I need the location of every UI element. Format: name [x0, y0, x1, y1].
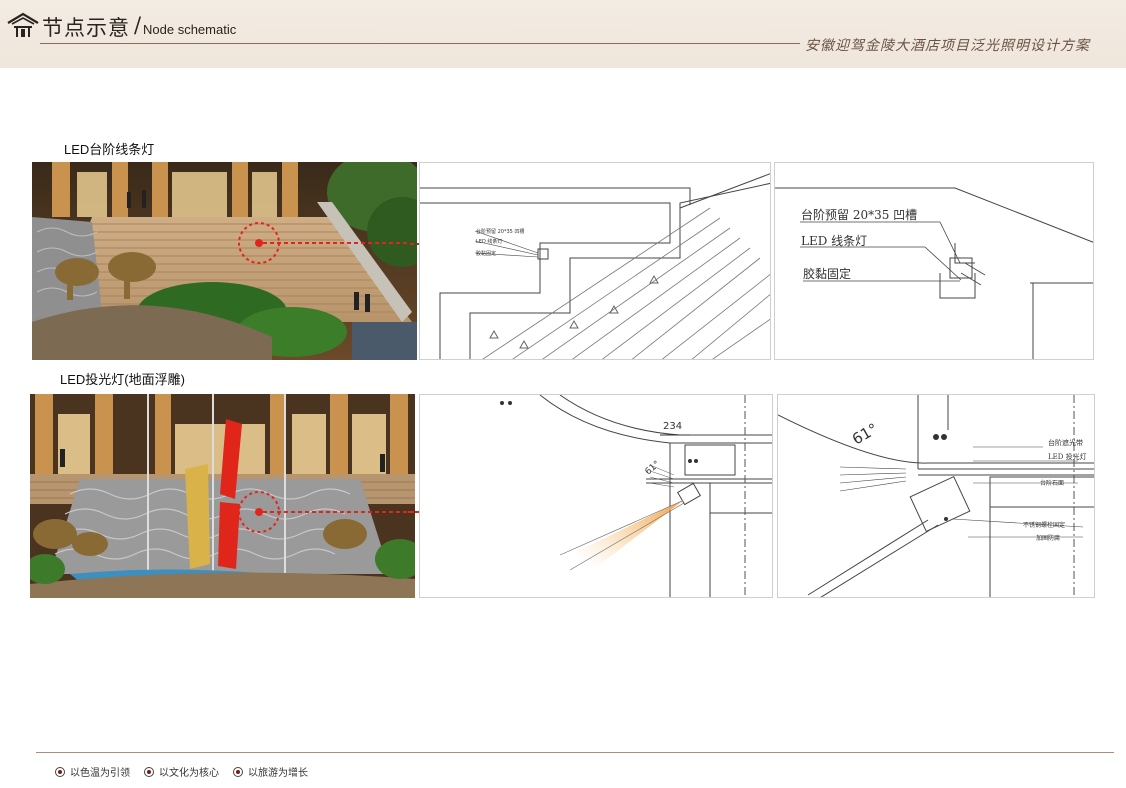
angle-label: 61°: [849, 420, 881, 449]
dimension-label: 234: [663, 421, 682, 432]
projector-detail-zoom-drawing: 台阶遮光带 LED 投光灯 台阶石面 不锈钢螺栓固定 加固防腐 61°: [777, 394, 1095, 598]
page-header: 节点示意 / Node schematic 安徽迎驾金陵大酒店项目泛光照明设计方…: [0, 0, 1126, 68]
bullet-icon: [55, 766, 65, 777]
detail-label: 台阶石面: [1040, 479, 1064, 487]
header-divider: [40, 43, 800, 44]
bullet-icon: [233, 766, 243, 777]
section-label-projector-light: LED投光灯(地面浮雕): [60, 372, 185, 387]
project-name: 安徽迎驾金陵大酒店项目泛光照明设计方案: [805, 38, 1090, 54]
detail-label: 台阶预留 20*35 凹槽: [801, 207, 917, 222]
footer-slogans: 以色温为引领 以文化为核心 以旅游为增长: [55, 764, 308, 779]
page-title: 节点示意: [42, 16, 130, 40]
detail-label: LED 线条灯: [476, 238, 502, 245]
section-label-step-light: LED台阶线条灯: [64, 142, 155, 157]
footer-item-label: 以文化为核心: [159, 768, 219, 779]
photo-steps: [32, 162, 417, 360]
footer-item-label: 以旅游为增长: [248, 768, 308, 779]
detail-label: LED 投光灯: [1048, 452, 1087, 461]
detail-label: 台阶遮光带: [1048, 438, 1083, 447]
footer-divider: [36, 752, 1114, 753]
title-separator: /: [134, 13, 142, 37]
photo-relief: [30, 394, 415, 598]
step-section-drawing: 台阶预留 20*35 凹槽 LED 线条灯 胶黏固定: [419, 162, 771, 360]
step-detail-zoom-drawing: 台阶预留 20*35 凹槽 LED 线条灯 胶黏固定: [774, 162, 1094, 360]
detail-label: 胶黏固定: [803, 266, 851, 281]
pavilion-logo-icon: [7, 12, 39, 37]
footer-item-label: 以色温为引领: [70, 768, 130, 779]
steps-render-image: [32, 162, 417, 360]
bullet-icon: [144, 766, 154, 777]
footer-item: 以文化为核心: [144, 764, 219, 779]
detail-label: 加固防腐: [1036, 534, 1060, 542]
detail-label: 台阶预留 20*35 凹槽: [476, 228, 524, 235]
relief-render-image: [30, 394, 415, 598]
page-subtitle: Node schematic: [143, 22, 237, 37]
detail-label: 胶黏固定: [476, 250, 496, 257]
footer-item: 以色温为引领: [55, 764, 130, 779]
footer-item: 以旅游为增长: [233, 764, 308, 779]
detail-label: LED 线条灯: [801, 234, 867, 248]
projector-section-drawing: 234 61°: [419, 394, 773, 598]
angle-label: 61°: [644, 459, 663, 477]
detail-label: 不锈钢螺栓固定: [1023, 521, 1065, 529]
